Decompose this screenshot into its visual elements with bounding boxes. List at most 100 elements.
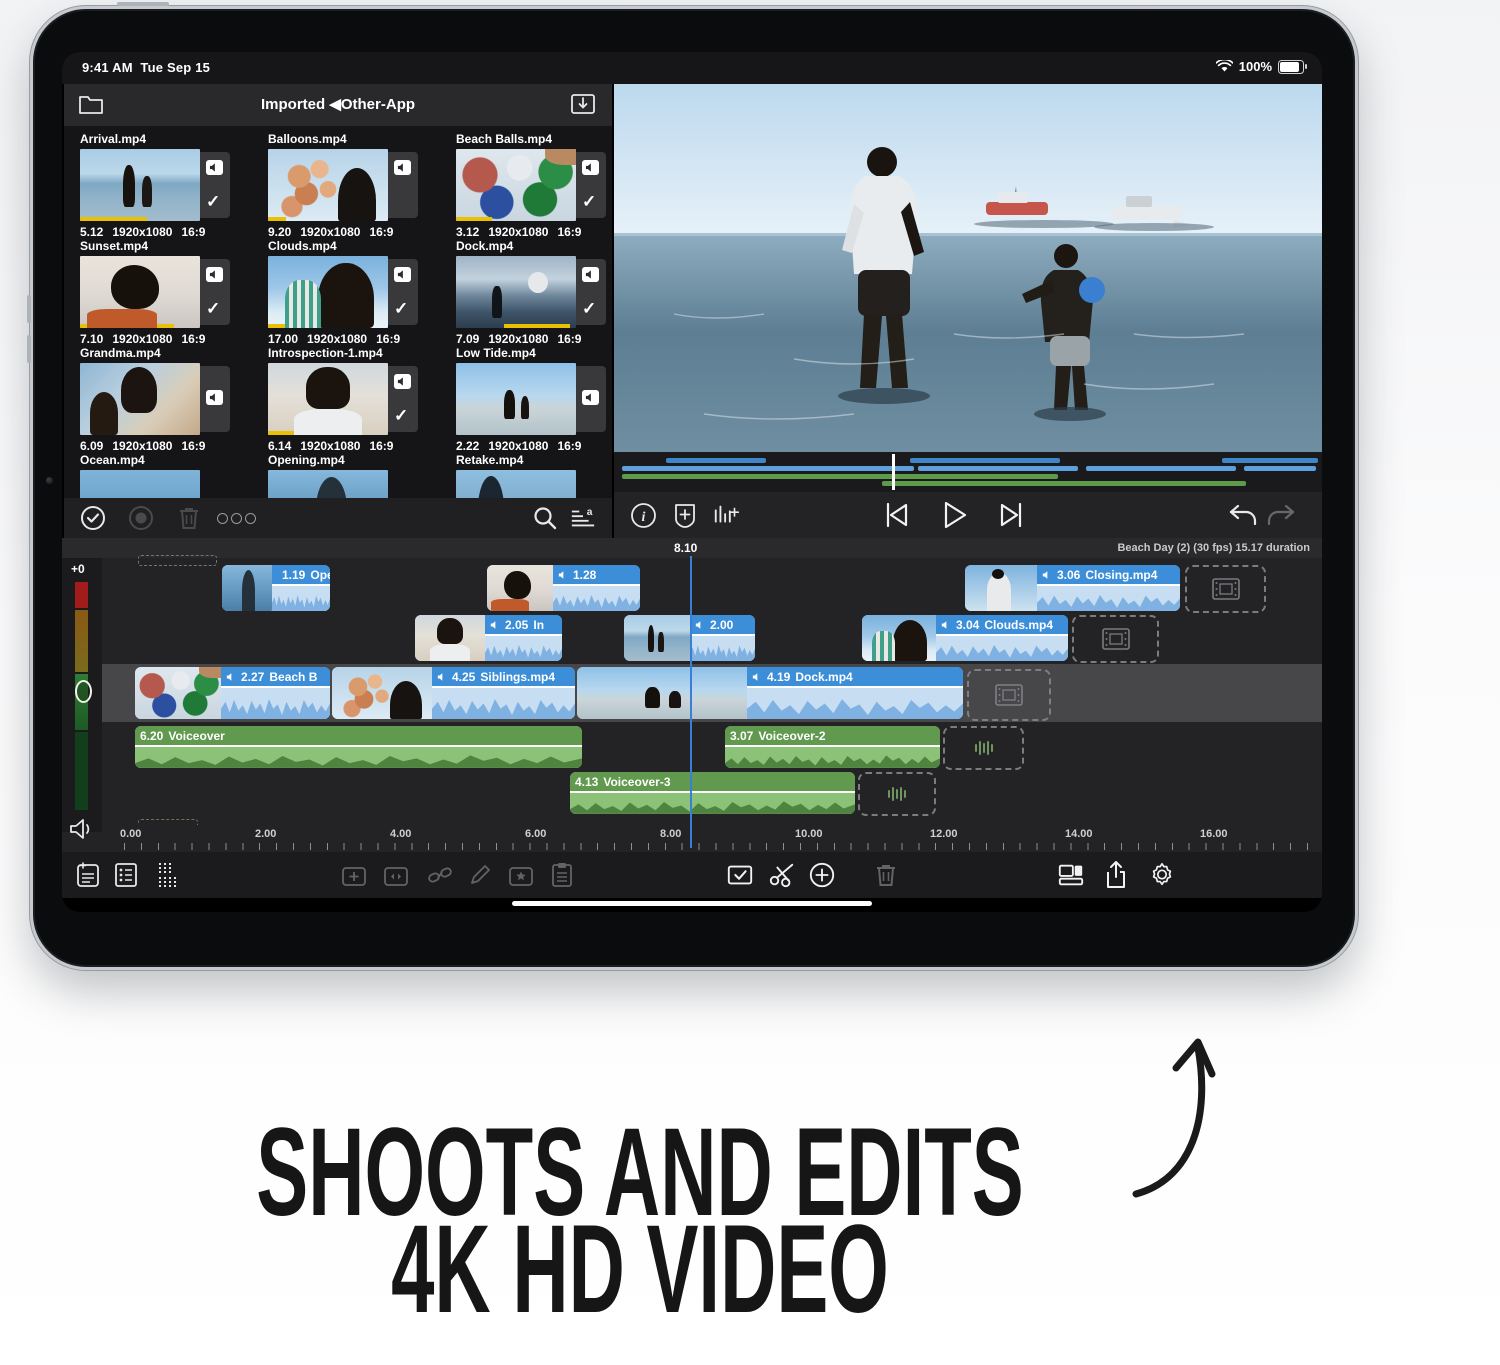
clipboard-icon[interactable] <box>548 861 576 889</box>
audio-drop-target[interactable] <box>943 726 1024 770</box>
playhead-time: 8.10 <box>674 541 697 555</box>
guard-add-icon[interactable] <box>670 500 700 530</box>
sort-alpha-icon[interactable]: a <box>570 505 596 531</box>
library-clip[interactable]: Sunset.mp4 ✓ 7.101920x108016:9 <box>80 239 250 346</box>
clip-thumbnail[interactable] <box>456 149 576 221</box>
scissors-icon[interactable] <box>768 861 796 889</box>
volume-up-button[interactable] <box>27 295 31 323</box>
library-grid: Arrival.mp4 ✓ 5.121920x108016:9 Balloons… <box>64 126 612 498</box>
home-indicator[interactable] <box>512 901 872 906</box>
library-clip[interactable]: Clouds.mp4 ✓ 17.001920x108016:9 <box>268 239 438 346</box>
library-toolbar: a <box>64 498 612 538</box>
library-clip[interactable]: Arrival.mp4 ✓ 5.121920x108016:9 <box>80 132 250 239</box>
multiselect-icon[interactable] <box>726 861 754 889</box>
preview-layout-icon[interactable] <box>1057 861 1085 889</box>
timeline-clip[interactable]: 2.05In <box>415 615 562 661</box>
preview-panel: i <box>614 84 1322 538</box>
clip-thumbnail[interactable] <box>80 149 200 221</box>
playhead[interactable] <box>690 556 692 848</box>
clip-thumbnail[interactable] <box>268 363 388 435</box>
library-clip[interactable]: Balloons.mp4 9.201920x108016:9 <box>268 132 438 239</box>
video-drop-target[interactable] <box>1185 565 1266 613</box>
timeline-audio-clip[interactable]: 6.20Voiceover <box>135 726 582 768</box>
timeline-clip[interactable]: 3.04Clouds.mp4 <box>862 615 1068 661</box>
library-clip[interactable]: Grandma.mp4 6.091920x108016:9 <box>80 346 250 453</box>
audio-ducking-icon[interactable] <box>712 500 742 530</box>
audio-note-icon <box>206 390 223 405</box>
clip-thumbnail[interactable] <box>80 256 200 328</box>
skip-forward-icon[interactable] <box>996 500 1026 530</box>
transport-bar: i <box>614 492 1322 538</box>
overview-playhead[interactable] <box>892 454 895 490</box>
title-track-placeholder[interactable] <box>138 555 217 566</box>
app-screen: 9:41 AM Tue Sep 15 100% Imported ◀Other-… <box>62 52 1322 912</box>
more-dots-icon[interactable] <box>216 505 260 531</box>
import-icon[interactable] <box>570 93 596 115</box>
add-circle-icon[interactable] <box>808 861 836 889</box>
clip-thumbnail[interactable] <box>456 256 576 328</box>
library-clip[interactable]: Opening.mp4 <box>268 453 438 498</box>
ipad-device: 9:41 AM Tue Sep 15 100% Imported ◀Other-… <box>30 6 1358 970</box>
clip-thumbnail[interactable] <box>268 149 388 221</box>
clip-thumbnail[interactable] <box>80 363 200 435</box>
transition-icon[interactable] <box>382 861 410 889</box>
library-clip[interactable]: Ocean.mp4 <box>80 453 250 498</box>
share-icon[interactable] <box>1102 861 1130 889</box>
clip-thumbnail[interactable] <box>80 470 200 498</box>
timeline-clip[interactable]: 1.28 <box>487 565 640 611</box>
timeline-clip[interactable]: 1.19Oper <box>222 565 330 611</box>
info-icon[interactable]: i <box>628 500 658 530</box>
library-clip[interactable]: Dock.mp4 ✓ 7.091920x108016:9 <box>456 239 612 346</box>
timeline-ruler[interactable]: 0.00 2.00 4.00 6.00 8.00 10.00 12.00 14.… <box>102 825 1322 852</box>
undo-icon[interactable] <box>1228 500 1258 530</box>
trash-icon[interactable] <box>872 861 900 889</box>
video-drop-target[interactable] <box>1072 615 1159 663</box>
marketing-caption: SHOOTS AND EDITS 4K HD VIDEO <box>110 1125 1170 1319</box>
timeline-audio-clip[interactable]: 3.07Voiceover-2 <box>725 726 940 768</box>
library-clip[interactable]: Low Tide.mp4 2.221920x108016:9 <box>456 346 612 453</box>
timeline-audio-clip[interactable]: 4.13Voiceover-3 <box>570 772 855 814</box>
volume-down-button[interactable] <box>27 335 31 363</box>
timeline-clip[interactable]: 4.19Dock.mp4 <box>577 667 963 719</box>
project-notes-icon[interactable] <box>112 861 140 889</box>
power-button[interactable] <box>117 2 169 6</box>
library-clip[interactable]: Retake.mp4 <box>456 453 612 498</box>
clip-thumbnail[interactable] <box>456 363 576 435</box>
play-icon[interactable] <box>940 500 970 530</box>
date: Tue Sep 15 <box>140 60 210 75</box>
timeline-clip[interactable]: 3.06Closing.mp4 <box>965 565 1180 611</box>
search-icon[interactable] <box>532 505 558 531</box>
clip-thumbnail[interactable] <box>456 470 576 498</box>
mute-speaker-icon[interactable] <box>69 818 95 840</box>
selected-check-icon: ✓ <box>582 299 596 319</box>
timeline-clip[interactable]: 2.27Beach B <box>135 667 330 719</box>
insert-clip-icon[interactable] <box>340 861 368 889</box>
skip-back-icon[interactable] <box>882 500 912 530</box>
library-clip[interactable]: Beach Balls.mp4 ✓ 3.121920x108016:9 <box>456 132 612 239</box>
volume-knob[interactable] <box>75 680 92 703</box>
select-check-circle-icon[interactable] <box>80 505 106 531</box>
video-drop-target[interactable] <box>967 669 1051 721</box>
audio-note-icon <box>394 267 411 282</box>
trash-icon[interactable] <box>176 505 202 531</box>
link-icon[interactable] <box>426 861 454 889</box>
timeline-clip[interactable]: 4.25Siblings.mp4 <box>332 667 575 719</box>
audio-level-meter <box>75 582 88 810</box>
library-source-title[interactable]: Imported ◀Other-App <box>64 95 612 113</box>
add-project-icon[interactable] <box>74 861 102 889</box>
library-clip[interactable]: Introspection-1.mp4 ✓ 6.141920x108016:9 <box>268 346 438 453</box>
front-camera <box>46 477 53 484</box>
redo-icon[interactable] <box>1266 500 1296 530</box>
audio-drop-target[interactable] <box>858 772 936 816</box>
settings-gear-icon[interactable] <box>1148 861 1176 889</box>
selected-check-icon: ✓ <box>206 299 220 319</box>
selected-check-icon: ✓ <box>394 299 408 319</box>
pencil-icon[interactable] <box>466 861 494 889</box>
record-circle-icon[interactable] <box>128 505 154 531</box>
clip-thumbnail[interactable] <box>268 470 388 498</box>
bottom-toolbar <box>62 852 1322 898</box>
track-layout-icon[interactable] <box>154 861 182 889</box>
timeline-overview[interactable] <box>614 452 1322 492</box>
star-clip-icon[interactable] <box>507 861 535 889</box>
clip-thumbnail[interactable] <box>268 256 388 328</box>
